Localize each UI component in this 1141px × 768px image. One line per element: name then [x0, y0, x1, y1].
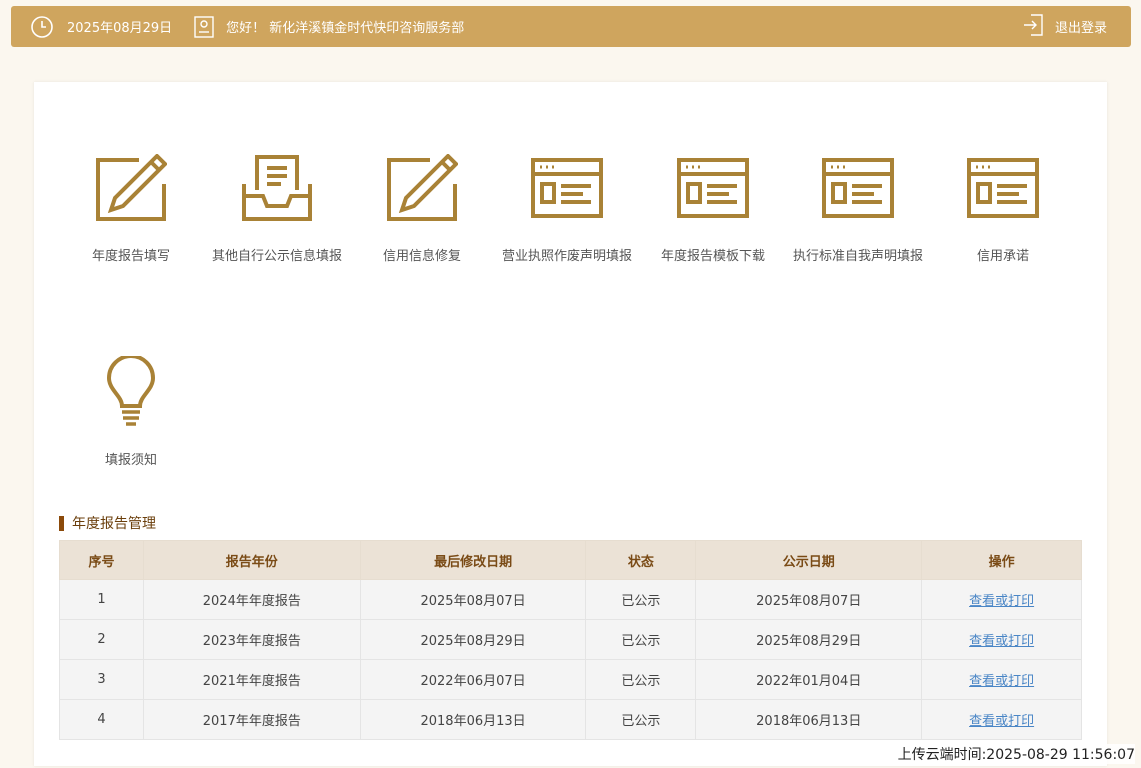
cell-status: 已公示 — [585, 659, 697, 700]
col-header-status: 状态 — [585, 540, 697, 580]
cell-action: 查看或打印 — [921, 579, 1082, 620]
user-badge-icon — [194, 15, 214, 38]
menu-label: 填报须知 — [104, 453, 157, 468]
cell-index: 4 — [59, 699, 144, 740]
menu-label: 执行标准自我声明填报 — [792, 249, 923, 264]
browser-window-icon — [928, 152, 1078, 224]
menu-annual-report-fill[interactable]: 年度报告填写 — [56, 152, 206, 264]
menu-standard-declaration[interactable]: 执行标准自我声明填报 — [783, 152, 933, 264]
menu-template-download[interactable]: 年度报告模板下载 — [638, 152, 788, 264]
cell-modified: 2025年08月07日 — [359, 579, 587, 620]
inbox-document-icon — [202, 152, 352, 224]
cell-modified: 2025年08月29日 — [359, 619, 587, 660]
cell-status: 已公示 — [585, 579, 697, 620]
cell-action: 查看或打印 — [921, 699, 1082, 740]
menu-label: 信用信息修复 — [382, 249, 461, 264]
menu-label: 其他自行公示信息填报 — [211, 249, 342, 264]
menu-credit-repair[interactable]: 信用信息修复 — [347, 152, 497, 264]
menu-other-disclosure[interactable]: 其他自行公示信息填报 — [202, 152, 352, 264]
table-header-row: 序号 报告年份 最后修改日期 状态 公示日期 操作 — [59, 540, 1082, 580]
cell-publish-date: 2018年06月13日 — [695, 699, 923, 740]
cell-status: 已公示 — [585, 699, 697, 740]
menu-license-void[interactable]: 营业执照作废声明填报 — [492, 152, 642, 264]
table-row: 4 2017年年度报告 2018年06月13日 已公示 2018年06月13日 … — [59, 699, 1082, 740]
greeting-text: 您好！ 新化洋溪镇金时代快印咨询服务部 — [226, 21, 465, 36]
menu-label: 年度报告模板下载 — [660, 249, 765, 264]
section-marker — [59, 515, 64, 531]
table-row: 2 2023年年度报告 2025年08月29日 已公示 2025年08月29日 … — [59, 619, 1082, 660]
lightbulb-icon — [56, 356, 206, 428]
col-header-index: 序号 — [59, 540, 144, 580]
logout-icon — [1023, 13, 1043, 40]
main-panel: 年度报告填写 其他自行公示信息填报 信用信息修复 营业执照作废声明填报 年度报告… — [34, 82, 1107, 766]
cell-publish-date: 2022年01月04日 — [695, 659, 923, 700]
cell-year: 2023年年度报告 — [142, 619, 361, 660]
cell-year: 2021年年度报告 — [142, 659, 361, 700]
cell-index: 1 — [59, 579, 144, 620]
logout-button[interactable]: 退出登录 — [1023, 6, 1107, 47]
upload-timestamp: 上传云端时间:2025-08-29 11:56:07 — [897, 744, 1135, 764]
menu-label: 信用承诺 — [976, 249, 1029, 264]
clock-icon — [30, 15, 54, 39]
cell-modified: 2018年06月13日 — [359, 699, 587, 740]
cell-modified: 2022年06月07日 — [359, 659, 587, 700]
edit-pencil-icon — [347, 152, 497, 224]
browser-window-icon — [638, 152, 788, 224]
view-print-link[interactable]: 查看或打印 — [969, 714, 1034, 729]
top-bar: 2025年08月29日 您好！ 新化洋溪镇金时代快印咨询服务部 退出登录 — [11, 6, 1131, 47]
table-row: 3 2021年年度报告 2022年06月07日 已公示 2022年01月04日 … — [59, 659, 1082, 700]
section-title: 年度报告管理 — [59, 513, 156, 533]
annual-report-table: 序号 报告年份 最后修改日期 状态 公示日期 操作 1 2024年年度报告 20… — [59, 540, 1082, 740]
table-row: 1 2024年年度报告 2025年08月07日 已公示 2025年08月07日 … — [59, 579, 1082, 620]
browser-window-icon — [492, 152, 642, 224]
col-header-action: 操作 — [921, 540, 1082, 580]
edit-pencil-icon — [56, 152, 206, 224]
menu-label: 年度报告填写 — [91, 249, 170, 264]
view-print-link[interactable]: 查看或打印 — [969, 674, 1034, 689]
col-header-publish-date: 公示日期 — [695, 540, 923, 580]
view-print-link[interactable]: 查看或打印 — [969, 594, 1034, 609]
cell-status: 已公示 — [585, 619, 697, 660]
cell-index: 3 — [59, 659, 144, 700]
cell-index: 2 — [59, 619, 144, 660]
cell-year: 2024年年度报告 — [142, 579, 361, 620]
col-header-modified: 最后修改日期 — [359, 540, 587, 580]
logout-label: 退出登录 — [1054, 21, 1107, 36]
col-header-year: 报告年份 — [142, 540, 361, 580]
view-print-link[interactable]: 查看或打印 — [969, 634, 1034, 649]
cell-year: 2017年年度报告 — [142, 699, 361, 740]
menu-label: 营业执照作废声明填报 — [501, 249, 632, 264]
cell-publish-date: 2025年08月07日 — [695, 579, 923, 620]
section-title-text: 年度报告管理 — [72, 516, 156, 532]
browser-window-icon — [783, 152, 933, 224]
cell-action: 查看或打印 — [921, 619, 1082, 660]
menu-filing-notice[interactable]: 填报须知 — [56, 356, 206, 468]
menu-credit-commitment[interactable]: 信用承诺 — [928, 152, 1078, 264]
cell-action: 查看或打印 — [921, 659, 1082, 700]
current-date: 2025年08月29日 — [67, 21, 173, 36]
cell-publish-date: 2025年08月29日 — [695, 619, 923, 660]
